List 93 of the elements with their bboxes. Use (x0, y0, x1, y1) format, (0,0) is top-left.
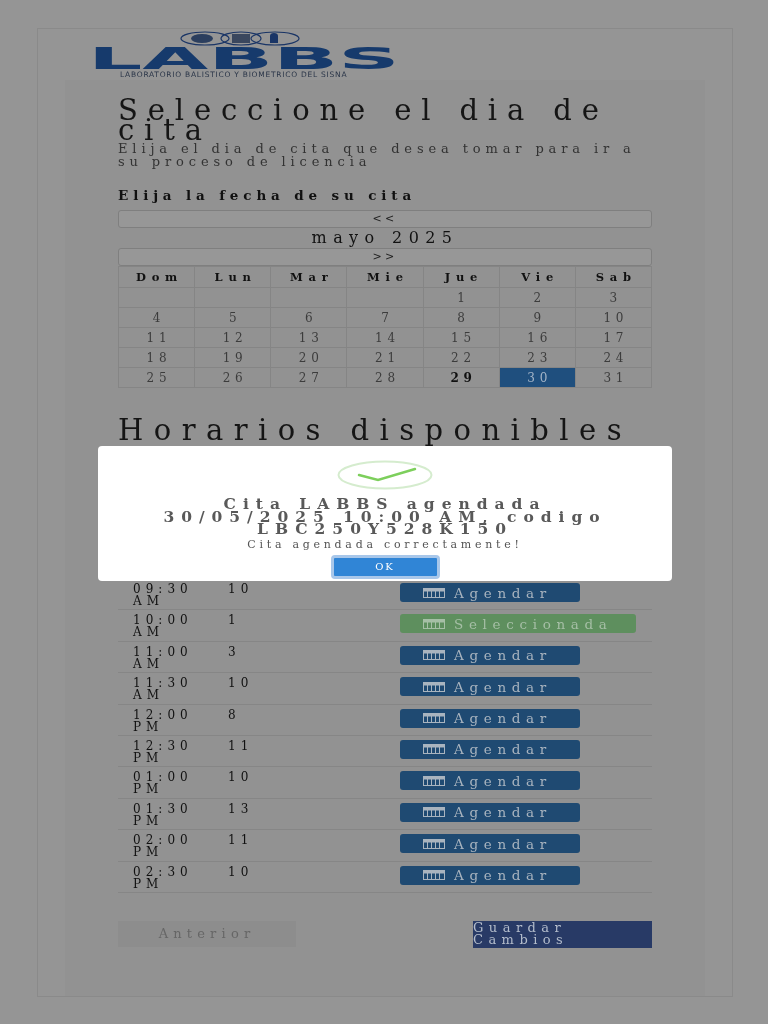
calendar-day[interactable]: 4 (118, 307, 195, 328)
slot-time: 02:00 PM (133, 834, 194, 859)
weekday-header: Sab (575, 266, 652, 288)
calendar-day[interactable]: 9 (499, 307, 576, 328)
calendar-icon (423, 650, 445, 661)
calendar-day[interactable]: 20 (270, 347, 347, 368)
calendar-icon (423, 870, 445, 880)
calendar-day[interactable]: 2 (499, 287, 576, 308)
fingerprint-oval-icon (180, 31, 230, 46)
schedule-button[interactable]: Agendar (400, 645, 580, 665)
slot-time: 11:00 AM (133, 645, 194, 670)
calendar-day[interactable]: 23 (499, 347, 576, 368)
schedule-button[interactable]: Agendar (400, 802, 580, 822)
calendar-day[interactable]: 22 (423, 347, 500, 368)
slot-count: 10 (228, 771, 255, 784)
slot-count: 10 (228, 583, 255, 595)
calendar-day[interactable]: 13 (270, 327, 347, 348)
calendar-day[interactable]: 16 (499, 327, 576, 348)
slot-time: 12:30 PM (133, 739, 194, 764)
calendar-day[interactable]: 8 (423, 307, 500, 328)
schedule-title: Horarios disponibles (118, 416, 633, 444)
slot-time: 10:00 AM (133, 614, 194, 639)
slot-count: 10 (228, 677, 255, 690)
calendar-day[interactable]: 3 (575, 287, 652, 308)
calendar-day[interactable]: 27 (270, 367, 347, 388)
calendar-day[interactable]: 24 (575, 347, 652, 368)
slot-count: 1 (228, 614, 242, 627)
weekday-header: Vie (499, 266, 576, 288)
previous-month-button[interactable]: << (118, 210, 652, 228)
calendar-icon (423, 838, 445, 849)
calendar-icon (423, 807, 445, 818)
calendar-day[interactable]: 29 (423, 367, 500, 388)
calendar-day[interactable]: 28 (346, 367, 424, 388)
calendar-icon (423, 713, 445, 724)
slot-count: 3 (228, 645, 242, 658)
calendar-day[interactable]: 26 (194, 367, 271, 388)
page-subtitle: Elija el dia de cita que desea tomar para ir a su proceso de licencia (118, 143, 637, 168)
slot-time: 09:30 AM (133, 583, 194, 607)
calendar-icon (423, 618, 445, 629)
slot-time: 11:30 AM (133, 677, 194, 702)
next-month-button[interactable]: >> (118, 248, 652, 266)
calendar-day[interactable]: 10 (575, 307, 652, 328)
save-button[interactable]: Guardar Cambios (473, 920, 652, 948)
schedule-button[interactable]: Agendar (400, 677, 580, 697)
slot-count: 10 (228, 865, 255, 878)
calendar-icon (423, 681, 445, 692)
weekday-header: Lun (194, 266, 271, 288)
calendar-icon (423, 744, 445, 755)
calendar-day[interactable]: 21 (346, 347, 424, 368)
calendar-day[interactable]: 15 (423, 327, 500, 348)
calendar-day[interactable]: 12 (194, 327, 271, 348)
selected-slot-button[interactable]: Seleccionada (400, 614, 636, 634)
calendar-day[interactable]: 31 (575, 367, 652, 388)
calendar-day[interactable]: 5 (194, 307, 271, 328)
calendar-day[interactable]: 6 (270, 307, 347, 328)
calendar-icon (423, 587, 445, 598)
slot-time: 12:00 PM (133, 708, 194, 733)
success-check-icon (337, 460, 433, 490)
calendar-icon (423, 775, 445, 786)
calendar-day[interactable]: 18 (118, 347, 195, 368)
calendar-day[interactable]: 1 (423, 287, 500, 308)
weekday-header: Dom (118, 266, 195, 288)
calendar-day[interactable]: 17 (575, 327, 652, 348)
schedule-button[interactable]: Agendar (400, 708, 580, 728)
schedule-button[interactable]: Agendar (400, 739, 580, 759)
logo-wordmark: LABBS (88, 46, 400, 70)
slot-time: 01:30 PM (133, 802, 194, 827)
month-label: mayo 2025 (311, 228, 459, 248)
slot-time: 02:30 PM (133, 865, 194, 890)
calendar-day[interactable]: 11 (118, 327, 195, 348)
calendar-day[interactable]: 25 (118, 367, 195, 388)
page-title: Seleccione el dia de cita (118, 100, 609, 140)
calendar-day[interactable]: 19 (194, 347, 271, 368)
slot-count: 11 (228, 834, 255, 847)
schedule-button[interactable]: Agendar (400, 583, 580, 602)
slot-count: 13 (228, 802, 255, 815)
dialog-title: Cita LABBS agendada 30/05/2025 10:00 AM, codigo LBC250Y528K150 (162, 498, 608, 536)
weekday-header: Mie (346, 266, 424, 288)
bullet-oval-icon (250, 31, 300, 46)
weekday-header: Mar (270, 266, 347, 288)
weekday-header: Jue (423, 266, 500, 288)
slot-time: 01:00 PM (133, 771, 194, 796)
schedule-button[interactable]: Agendar (400, 865, 580, 885)
schedule-button[interactable]: Agendar (400, 834, 580, 854)
calendar-day[interactable]: 14 (346, 327, 424, 348)
slot-count: 11 (228, 739, 255, 752)
schedule-button[interactable]: Agendar (400, 771, 580, 791)
calendar-day[interactable]: 7 (346, 307, 424, 328)
seal-oval-icon (220, 31, 262, 46)
date-picker-label: Elija la fecha de su cita (118, 188, 417, 203)
slot-count: 8 (228, 708, 242, 721)
dialog-message: Cita agendada correctamente! (247, 538, 523, 551)
ok-button[interactable]: OK (330, 554, 440, 579)
